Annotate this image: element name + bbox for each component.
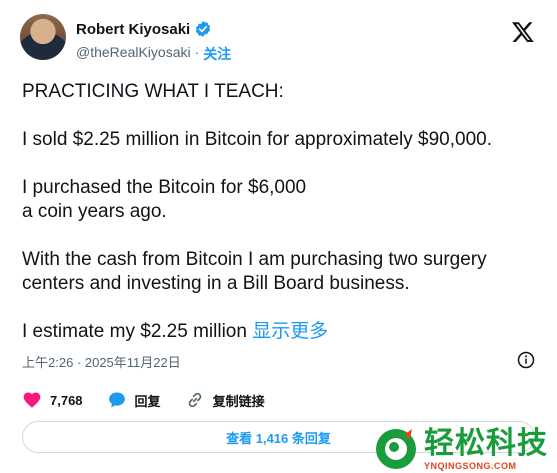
verified-badge-icon	[196, 21, 211, 37]
link-icon	[188, 392, 201, 408]
watermark-logo-icon	[376, 428, 416, 469]
author-handle[interactable]: @theRealKiyosaki	[76, 44, 191, 64]
avatar[interactable]	[20, 14, 66, 60]
reply-button[interactable]: 回复	[107, 390, 161, 410]
watermark: 轻松科技 YNQINGSONG.COM	[374, 424, 557, 473]
author-name-row: Robert Kiyosaki	[76, 20, 212, 38]
watermark-text: 轻松科技 YNQINGSONG.COM	[424, 427, 548, 471]
copy-link-label: 复制链接	[212, 393, 265, 409]
tweet-paragraph: With the cash from Bitcoin I am purchasi…	[22, 249, 487, 294]
tweet-truncated-paragraph: I estimate my $2.25 million 显示更多	[22, 320, 542, 344]
watermark-en-text: YNQINGSONG.COM	[424, 460, 517, 471]
heart-icon	[23, 392, 41, 408]
tweet-truncated-text: I estimate my $2.25 million	[22, 321, 247, 342]
action-bar: 7,768 回复 复制链接	[22, 390, 289, 410]
copy-link-button[interactable]: 复制链接	[185, 390, 265, 410]
follow-button[interactable]: 关注	[203, 44, 231, 64]
author-name[interactable]: Robert Kiyosaki	[76, 21, 190, 38]
reply-label: 回复	[134, 393, 161, 409]
tweet-timestamp[interactable]: 上午2:26 · 2025年11月22日	[22, 352, 181, 371]
x-logo-icon[interactable]	[511, 20, 535, 44]
watermark-cn-text: 轻松科技	[424, 426, 548, 460]
show-more-link[interactable]: 显示更多	[252, 321, 328, 342]
tweet-card: Robert Kiyosaki @theRealKiyosaki · 关注 PR…	[0, 0, 557, 473]
like-button[interactable]: 7,768	[22, 390, 83, 410]
info-icon[interactable]	[517, 351, 535, 369]
separator-dot: ·	[194, 44, 200, 60]
handle-row: @theRealKiyosaki · 关注	[76, 44, 231, 64]
tweet-paragraph: I purchased the Bitcoin for $6,000 a coi…	[22, 177, 307, 222]
likes-count: 7,768	[50, 392, 83, 408]
reply-bubble-icon	[108, 392, 125, 408]
tweet-paragraph: I sold $2.25 million in Bitcoin for appr…	[22, 129, 492, 150]
tweet-body: PRACTICING WHAT I TEACH: I sold $2.25 mi…	[22, 80, 542, 344]
tweet-paragraph: PRACTICING WHAT I TEACH:	[22, 81, 284, 102]
